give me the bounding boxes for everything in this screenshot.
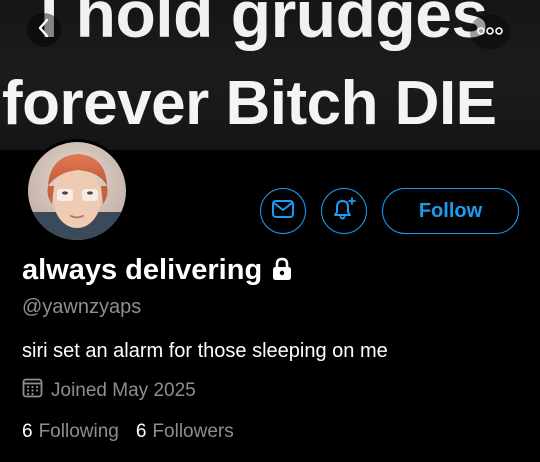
followers-count: 6 — [135, 421, 147, 442]
calendar-icon — [22, 377, 43, 404]
followers-link[interactable]: 6 Followers — [136, 421, 234, 443]
joined-date-text: Joined May 2025 — [51, 379, 196, 401]
following-count: 6 — [22, 421, 33, 442]
more-options-button[interactable] — [470, 15, 510, 49]
more-horizontal-icon — [476, 23, 504, 41]
envelope-icon — [271, 199, 295, 224]
display-name: always delivering — [22, 254, 263, 286]
following-link[interactable]: 6 Following — [22, 421, 119, 443]
following-label: Following — [38, 421, 119, 442]
joined-date-row: Joined May 2025 — [22, 377, 196, 404]
lock-icon — [271, 257, 293, 286]
banner-text-line2: forever Bitch DIE — [2, 69, 497, 138]
follow-stats: 6 Following 6 Followers — [22, 421, 234, 443]
profile-banner[interactable]: I hold grudges forever Bitch DIE — [0, 0, 540, 150]
user-handle: @yawnzyaps — [22, 296, 142, 318]
followers-label: Followers — [152, 421, 234, 442]
avatar[interactable] — [25, 139, 129, 243]
back-button[interactable] — [27, 13, 61, 47]
display-name-row: always delivering — [22, 254, 293, 287]
bell-plus-icon — [330, 196, 358, 227]
message-button[interactable] — [260, 188, 306, 234]
banner-text-line1: I hold grudges — [40, 0, 488, 51]
avatar-photo — [28, 142, 126, 240]
chevron-left-icon — [36, 18, 52, 43]
follow-button[interactable]: Follow — [382, 188, 519, 234]
notify-button[interactable] — [321, 188, 367, 234]
profile-bio: siri set an alarm for those sleeping on … — [22, 340, 388, 362]
